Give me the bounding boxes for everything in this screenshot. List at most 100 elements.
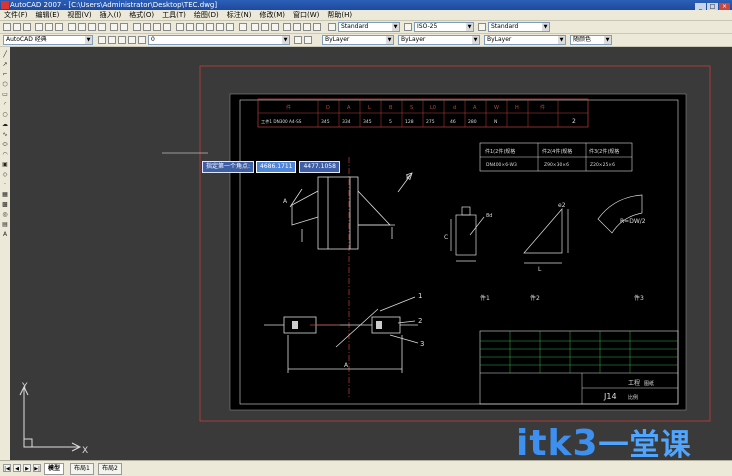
table-style-select[interactable]: Standard ▼ [488, 22, 550, 32]
make-block-icon[interactable]: ◇ [1, 171, 9, 178]
layer-manager-icon[interactable] [98, 36, 106, 44]
xref-icon[interactable] [313, 23, 321, 31]
region-icon[interactable]: ◎ [1, 211, 9, 218]
construction-line-icon[interactable]: ↗ [1, 61, 9, 68]
arc-icon[interactable]: ◜ [1, 101, 9, 108]
autocad-app-icon[interactable] [1, 1, 9, 9]
menu-edit[interactable]: 编辑(E) [32, 10, 64, 20]
tab-model[interactable]: 模型 [44, 463, 65, 475]
make-current-icon[interactable] [294, 36, 302, 44]
revision-cloud-icon[interactable]: ☁ [1, 121, 9, 128]
dim-label-8d: 8d [486, 213, 492, 219]
layer-value: 0 [151, 36, 155, 43]
zoom-previous-icon[interactable] [163, 23, 171, 31]
drawing-svg: 件 D A L B S L0 d A W H 件 工件1 DN300 A4-SS… [19, 65, 711, 456]
workspace-select[interactable]: AutoCAD 经典 ▼ [3, 35, 93, 45]
plotstyle-select[interactable]: 随颜色 ▼ [570, 35, 612, 45]
circle-icon[interactable]: ○ [1, 111, 9, 118]
menu-help[interactable]: 帮助(H) [323, 10, 356, 20]
design-center-icon[interactable] [186, 23, 194, 31]
zoom-window-icon[interactable] [153, 23, 161, 31]
help-icon[interactable] [239, 23, 247, 31]
tool-palettes-icon[interactable] [196, 23, 204, 31]
ellipse-arc-icon[interactable]: ◠ [1, 151, 9, 158]
polyline-icon[interactable]: ⌐ [1, 71, 9, 78]
rectangle-icon[interactable]: ▭ [1, 91, 9, 98]
menu-view[interactable]: 视图(V) [63, 10, 95, 20]
nav-last-button[interactable]: ▶| [33, 464, 41, 472]
nav-first-button[interactable]: |◀ [3, 464, 11, 472]
spline-icon[interactable]: ∿ [1, 131, 9, 138]
insert-block-icon[interactable]: ▣ [1, 161, 9, 168]
table-style-icon[interactable] [478, 23, 486, 31]
copy-icon[interactable] [78, 23, 86, 31]
layer-select[interactable]: 0 ▼ [148, 35, 290, 45]
linetype-select[interactable]: ByLayer ▼ [398, 35, 480, 45]
menu-insert[interactable]: 插入(I) [96, 10, 126, 20]
lock-icon[interactable] [128, 36, 136, 44]
quickcalc-icon[interactable] [226, 23, 234, 31]
menu-file[interactable]: 文件(F) [0, 10, 32, 20]
color-swatch-icon[interactable] [138, 36, 146, 44]
preview-icon[interactable] [45, 23, 53, 31]
undo-icon[interactable] [110, 23, 118, 31]
match-properties-icon[interactable] [98, 23, 106, 31]
paste-icon[interactable] [88, 23, 96, 31]
leader-label-2: 2 [418, 317, 422, 325]
dynamic-input-y[interactable]: 4477.1058 [299, 161, 340, 173]
layer-previous-2-icon[interactable] [304, 36, 312, 44]
layer-icon[interactable] [251, 23, 259, 31]
cut-icon[interactable] [68, 23, 76, 31]
dim-style-select[interactable]: ISO-25 ▼ [414, 22, 474, 32]
mtext-icon[interactable]: A [1, 231, 9, 238]
param-cell: 2 [572, 118, 576, 125]
spec-value: Z90×30×6 [544, 162, 569, 168]
menu-window[interactable]: 窗口(W) [289, 10, 323, 20]
text-style-icon[interactable] [328, 23, 336, 31]
gradient-icon[interactable]: ▩ [1, 201, 9, 208]
line-icon[interactable]: ╱ [1, 51, 9, 58]
sheet-set-icon[interactable] [206, 23, 214, 31]
attribute-icon[interactable] [303, 23, 311, 31]
text-style-select[interactable]: Standard ▼ [338, 22, 400, 32]
markup-icon[interactable] [216, 23, 224, 31]
redo-icon[interactable] [120, 23, 128, 31]
sun-icon[interactable] [118, 36, 126, 44]
menu-tools[interactable]: 工具(T) [158, 10, 190, 20]
new-icon[interactable] [3, 23, 11, 31]
drawing-canvas[interactable]: 件 D A L B S L0 d A W H 件 工件1 DN300 A4-SS… [10, 47, 732, 460]
hatch-icon[interactable]: ▦ [1, 191, 9, 198]
insert-icon[interactable] [293, 23, 301, 31]
table-icon[interactable]: ▤ [1, 221, 9, 228]
window-controls: _ □ × [694, 1, 730, 11]
ellipse-icon[interactable]: ⬭ [1, 141, 9, 148]
chevron-down-icon: ▼ [392, 23, 399, 31]
menu-draw[interactable]: 绘图(D) [190, 10, 223, 20]
nav-prev-button[interactable]: ◀ [13, 464, 21, 472]
print-icon[interactable] [35, 23, 43, 31]
block-icon[interactable] [283, 23, 291, 31]
dynamic-input-x[interactable]: 4686.1711 [256, 161, 297, 173]
save-icon[interactable] [23, 23, 31, 31]
color-select[interactable]: ByLayer ▼ [322, 35, 394, 45]
menu-format[interactable]: 格式(O) [125, 10, 158, 20]
text-style-value: Standard [341, 23, 369, 30]
layer-previous-icon[interactable] [271, 23, 279, 31]
menu-modify[interactable]: 修改(M) [255, 10, 289, 20]
point-icon[interactable]: · [1, 181, 9, 188]
zoom-realtime-icon[interactable] [143, 23, 151, 31]
lineweight-select[interactable]: ByLayer ▼ [484, 35, 566, 45]
dim-label-k: K [406, 174, 411, 182]
nav-next-button[interactable]: ▶ [23, 464, 31, 472]
polygon-icon[interactable]: ⬡ [1, 81, 9, 88]
open-icon[interactable] [13, 23, 21, 31]
lightbulb-icon[interactable] [108, 36, 116, 44]
properties-icon[interactable] [176, 23, 184, 31]
tab-layout1[interactable]: 布局1 [70, 463, 94, 475]
menu-dimension[interactable]: 标注(N) [223, 10, 256, 20]
publish-icon[interactable] [55, 23, 63, 31]
layer-state-icon[interactable] [261, 23, 269, 31]
tab-layout2[interactable]: 布局2 [98, 463, 122, 475]
dim-style-icon[interactable] [404, 23, 412, 31]
pan-icon[interactable] [133, 23, 141, 31]
